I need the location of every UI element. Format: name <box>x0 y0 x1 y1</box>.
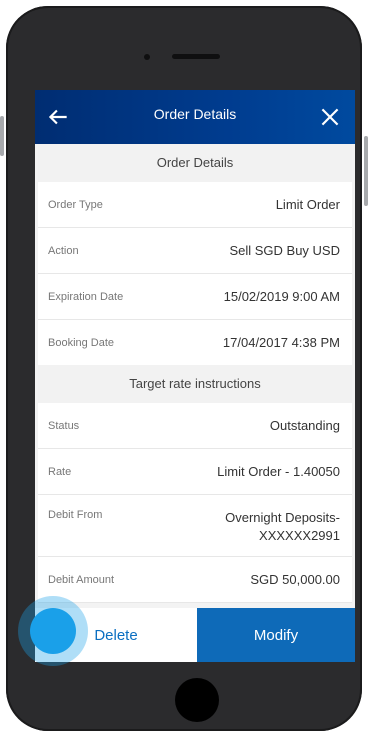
row-order-type: Order Type Limit Order <box>38 182 352 228</box>
content-scroll[interactable]: Order Details Order Type Limit Order Act… <box>38 144 352 662</box>
close-icon[interactable] <box>317 104 343 130</box>
section-title-target-rate: Target rate instructions <box>38 365 352 403</box>
label-status: Status <box>48 419 80 432</box>
home-button[interactable] <box>175 678 219 722</box>
value-debit-from-line2: XXXXXX2991 <box>259 528 340 543</box>
label-rate: Rate <box>48 465 72 478</box>
modify-button[interactable]: Modify <box>197 608 355 662</box>
row-debit-from: Debit From Overnight Deposits- XXXXXX299… <box>38 495 352 557</box>
value-debit-from-line1: Overnight Deposits- <box>225 510 340 525</box>
order-details-list: Order Type Limit Order Action Sell SGD B… <box>38 182 352 365</box>
value-rate: Limit Order - 1.40050 <box>217 464 340 479</box>
label-debit-from: Debit From <box>48 509 103 521</box>
value-debit-amount: SGD 50,000.00 <box>250 572 340 587</box>
row-expiration-date: Expiration Date 15/02/2019 9:00 AM <box>38 274 352 320</box>
label-debit-amount: Debit Amount <box>48 573 115 586</box>
value-booking-date: 17/04/2017 4:38 PM <box>222 335 340 350</box>
value-order-type: Limit Order <box>275 197 340 212</box>
touch-indicator <box>18 596 88 666</box>
speaker-grill <box>172 54 220 59</box>
label-action: Action <box>48 244 79 257</box>
page-title: Order Details <box>153 106 237 122</box>
touch-dot <box>30 608 76 654</box>
row-status: Status Outstanding <box>38 403 352 449</box>
label-expiration-date: Expiration Date <box>48 290 124 303</box>
row-debit-amount: Debit Amount SGD 50,000.00 <box>38 557 352 603</box>
app-screen: Order Details Order Details Order Type L… <box>35 90 355 662</box>
section-title-order-details: Order Details <box>38 144 352 182</box>
value-action: Sell SGD Buy USD <box>229 243 340 258</box>
target-rate-list: Status Outstanding Rate Limit Order - 1.… <box>38 403 352 603</box>
value-expiration-date: 15/02/2019 9:00 AM <box>223 289 340 304</box>
value-status: Outstanding <box>269 418 340 433</box>
row-booking-date: Booking Date 17/04/2017 4:38 PM <box>38 320 352 365</box>
label-booking-date: Booking Date <box>48 336 115 349</box>
row-action: Action Sell SGD Buy USD <box>38 228 352 274</box>
row-rate: Rate Limit Order - 1.40050 <box>38 449 352 495</box>
top-bar: Order Details <box>35 90 355 144</box>
value-debit-from: Overnight Deposits- XXXXXX2991 <box>225 509 340 545</box>
label-order-type: Order Type <box>48 198 103 211</box>
camera-dot <box>144 54 150 60</box>
